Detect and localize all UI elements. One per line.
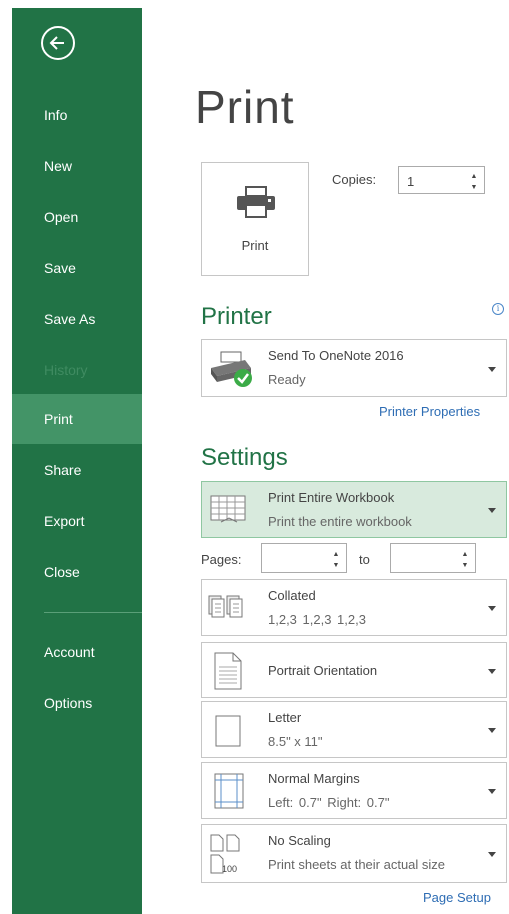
print-what-title: Print Entire Workbook bbox=[268, 490, 395, 505]
paper-size-subtitle: 8.5" x 11" bbox=[268, 734, 323, 749]
chevron-down-icon bbox=[488, 606, 496, 611]
copies-label: Copies: bbox=[332, 172, 377, 187]
no-scaling-icon: 100 bbox=[210, 834, 240, 874]
nav-item-print[interactable]: Print bbox=[12, 394, 142, 444]
backstage-sidebar: Info New Open Save Save As History Print… bbox=[12, 8, 142, 914]
printer-properties-link[interactable]: Printer Properties bbox=[379, 404, 480, 419]
margins-subtitle: Left: 0.7" Right: 0.7" bbox=[268, 795, 390, 810]
scaling-subtitle: Print sheets at their actual size bbox=[268, 857, 446, 872]
chevron-down-icon bbox=[488, 669, 496, 674]
collation-subtitle: 1,2,3 1,2,3 1,2,3 bbox=[268, 612, 366, 627]
portrait-page-icon bbox=[214, 652, 242, 690]
collation-title: Collated bbox=[268, 588, 316, 603]
copies-stepper[interactable]: 1 ▲ ▼ bbox=[398, 166, 485, 194]
paper-size-dropdown[interactable]: Letter 8.5" x 11" bbox=[201, 701, 507, 758]
printer-icon bbox=[237, 186, 275, 218]
printer-status: Ready bbox=[268, 372, 306, 387]
chevron-down-icon bbox=[488, 508, 496, 513]
margins-dropdown[interactable]: Normal Margins Left: 0.7" Right: 0.7" bbox=[201, 762, 507, 819]
orientation-title: Portrait Orientation bbox=[268, 663, 378, 678]
nav-item-export[interactable]: Export bbox=[12, 496, 142, 546]
nav-divider bbox=[44, 612, 142, 613]
pages-to-stepper[interactable]: ▲ ▼ bbox=[390, 543, 476, 573]
page-setup-link[interactable]: Page Setup bbox=[423, 890, 491, 905]
nav-item-options[interactable]: Options bbox=[12, 678, 142, 728]
workbook-grid-icon bbox=[210, 495, 246, 523]
pages-from-stepper[interactable]: ▲ ▼ bbox=[261, 543, 347, 573]
print-what-dropdown[interactable]: Print Entire Workbook Print the entire w… bbox=[201, 481, 507, 538]
info-icon[interactable]: i bbox=[492, 303, 504, 315]
nav-item-close[interactable]: Close bbox=[12, 547, 142, 597]
printer-dropdown[interactable]: Send To OneNote 2016 Ready bbox=[201, 339, 507, 397]
page-title: Print bbox=[195, 81, 295, 133]
settings-heading: Settings bbox=[201, 444, 288, 471]
spinner-arrows-icon[interactable]: ▲ ▼ bbox=[461, 549, 469, 571]
chevron-down-icon bbox=[488, 852, 496, 857]
chevron-down-icon bbox=[488, 789, 496, 794]
pages-label: Pages: bbox=[201, 552, 242, 567]
nav-item-share[interactable]: Share bbox=[12, 445, 142, 495]
margins-icon bbox=[214, 773, 244, 809]
paper-size-title: Letter bbox=[268, 710, 302, 725]
nav-item-open[interactable]: Open bbox=[12, 192, 142, 242]
chevron-down-icon bbox=[488, 367, 496, 372]
nav-item-history: History bbox=[44, 362, 88, 378]
nav-item-new[interactable]: New bbox=[12, 141, 142, 191]
collation-dropdown[interactable]: Collated 1,2,3 1,2,3 1,2,3 bbox=[201, 579, 507, 636]
paper-size-icon bbox=[215, 715, 241, 747]
nav-item-account[interactable]: Account bbox=[12, 627, 142, 677]
margins-title: Normal Margins bbox=[268, 771, 360, 786]
printer-heading: Printer bbox=[201, 303, 272, 330]
scaling-dropdown[interactable]: 100 No Scaling Print sheets at their act… bbox=[201, 824, 507, 883]
pages-to-label: to bbox=[359, 552, 370, 567]
nav-item-save-as[interactable]: Save As bbox=[12, 294, 142, 344]
printer-name: Send To OneNote 2016 bbox=[268, 348, 404, 363]
copies-value: 1 bbox=[407, 174, 415, 189]
print-button-label: Print bbox=[241, 238, 269, 253]
spinner-arrows-icon[interactable]: ▲ ▼ bbox=[470, 171, 478, 193]
print-what-subtitle: Print the entire workbook bbox=[268, 514, 412, 529]
orientation-dropdown[interactable]: Portrait Orientation bbox=[201, 642, 507, 698]
collated-pages-icon bbox=[208, 595, 243, 618]
back-arrow-icon[interactable] bbox=[41, 26, 75, 60]
spinner-arrows-icon[interactable]: ▲ ▼ bbox=[332, 549, 340, 571]
chevron-down-icon bbox=[488, 728, 496, 733]
print-button[interactable]: Print bbox=[201, 162, 309, 276]
nav-item-save[interactable]: Save bbox=[12, 243, 142, 293]
scaling-title: No Scaling bbox=[268, 833, 331, 848]
nav-item-info[interactable]: Info bbox=[12, 90, 142, 140]
printer-status-icon bbox=[211, 351, 252, 387]
scaling-icon-text: 100 bbox=[222, 864, 237, 874]
